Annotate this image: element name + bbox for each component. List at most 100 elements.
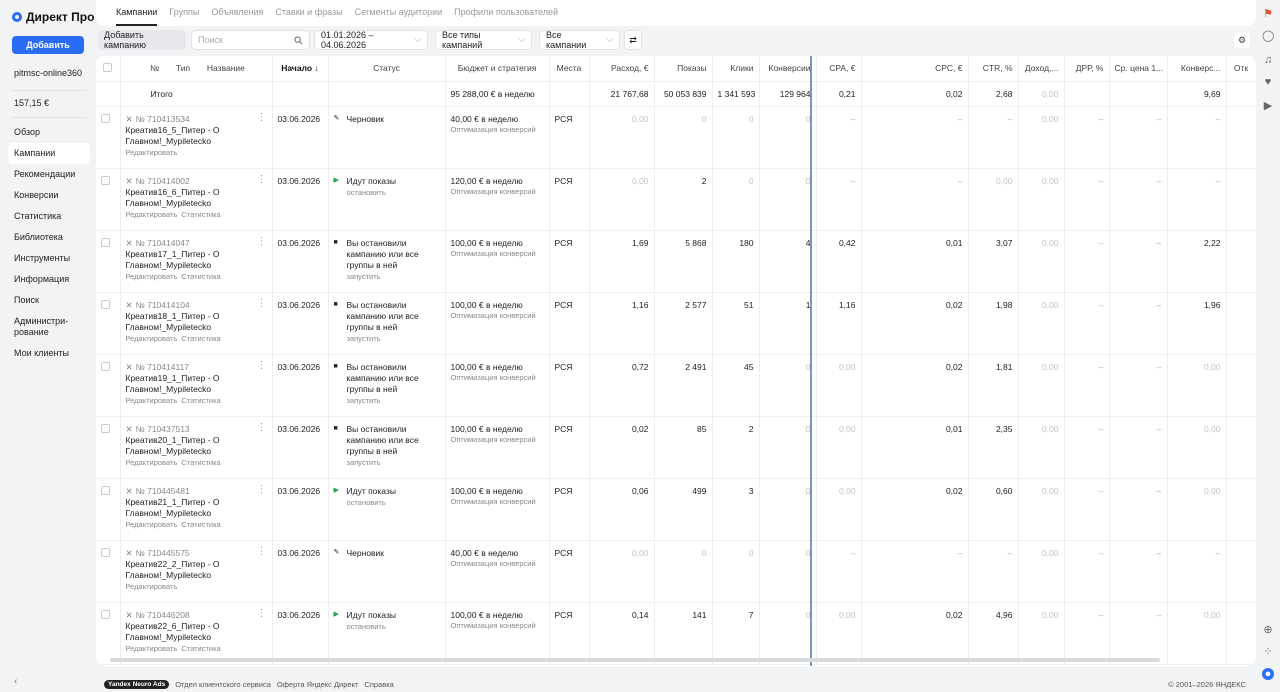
campaign-id[interactable]: ✕ № 710445481 <box>126 486 257 497</box>
campaign-name[interactable]: Креатив21_1_Питер - О Главном!_Mypiletec… <box>126 497 267 519</box>
edit-link[interactable]: Редактировать <box>126 396 178 405</box>
table-row[interactable]: ⋮ ✕ № 710414104 Креатив18_1_Питер - О Гла… <box>96 292 1256 355</box>
column-header-ctr[interactable]: CTR, % <box>968 56 1019 82</box>
column-header-name[interactable]: № Тип Название <box>120 56 273 82</box>
edit-link[interactable]: Редактировать <box>126 210 178 219</box>
table-settings-button[interactable]: ⚙ <box>1234 32 1250 48</box>
column-header-extra[interactable]: Отк <box>1226 56 1256 82</box>
campaign-name[interactable]: Креатив19_1_Питер - О Главном!_Mypiletec… <box>126 373 267 395</box>
row-checkbox[interactable] <box>96 416 121 479</box>
campaign-name[interactable]: Креатив16_5_Питер - О Главном!_Mypiletec… <box>126 125 267 147</box>
assistant-avatar-icon[interactable]: ● <box>1262 668 1274 680</box>
sidebar-item-2[interactable]: Рекомендации <box>8 164 90 185</box>
stats-link[interactable]: Статистика <box>181 210 220 219</box>
budget-cell[interactable]: 100,00 € в неделю Оптимизация конверсий <box>445 354 550 417</box>
thumbs-up-icon[interactable]: ♥ <box>1262 76 1274 88</box>
table-row[interactable]: ⋮ ✕ № 710446208 Креатив22_6_Питер - О Гла… <box>96 602 1256 665</box>
logo[interactable]: Директ Про <box>12 10 94 24</box>
edit-link[interactable]: Редактировать <box>126 334 178 343</box>
more-icon[interactable]: ⋮ <box>257 422 267 432</box>
sidebar-item-8[interactable]: Поиск <box>8 290 90 311</box>
column-header-start[interactable]: Начало ↓ <box>272 56 329 82</box>
sidebar-item-3[interactable]: Конверсии <box>8 185 90 206</box>
column-header-conv-rate[interactable]: Конверс... <box>1167 56 1227 82</box>
status-action-link[interactable]: запустить <box>347 458 440 467</box>
footer-link-client-service[interactable]: Отдел клиентского сервиса <box>175 680 271 689</box>
search-input[interactable]: Поиск <box>191 30 310 50</box>
stats-link[interactable]: Статистика <box>181 520 220 529</box>
more-icon[interactable]: ⋮ <box>257 112 267 122</box>
status-action-link[interactable]: запустить <box>347 396 440 405</box>
table-row[interactable]: ⋮ ✕ № 710445575 Креатив22_2_Питер - О Гла… <box>96 540 1256 603</box>
status-action-link[interactable]: остановить <box>347 622 440 631</box>
sidebar-item-6[interactable]: Инструменты <box>8 248 90 269</box>
stats-link[interactable]: Статистика <box>181 396 220 405</box>
campaign-name[interactable]: Креатив22_2_Питер - О Главном!_Mypiletec… <box>126 559 267 581</box>
more-icon[interactable]: ⋮ <box>257 174 267 184</box>
select-all-checkbox[interactable] <box>96 56 121 82</box>
footer-link-offer[interactable]: Оферта Яндекс Директ <box>277 680 359 689</box>
sidebar-item-5[interactable]: Библиотека <box>8 227 90 248</box>
apps-grid-icon[interactable]: ⁘ <box>1262 646 1274 658</box>
account-balance[interactable]: 157,15 € <box>14 98 49 108</box>
tab-0[interactable]: Кампании <box>116 0 158 26</box>
more-icon[interactable]: ⋮ <box>257 360 267 370</box>
footer-link-help[interactable]: Справка <box>364 680 393 689</box>
budget-cell[interactable]: 40,00 € в неделю Оптимизация конверсий <box>445 106 550 169</box>
campaign-id[interactable]: ✕ № 710414047 <box>126 238 257 249</box>
column-header-spend[interactable]: Расход, € <box>589 56 655 82</box>
sidebar-item-4[interactable]: Статистика <box>8 206 90 227</box>
column-header-places[interactable]: Места <box>549 56 590 82</box>
stats-link[interactable]: Статистика <box>181 458 220 467</box>
more-icon[interactable]: ⋮ <box>257 484 267 494</box>
globe-icon[interactable]: ⊕ <box>1262 624 1274 636</box>
campaign-id[interactable]: ✕ № 710414002 <box>126 176 257 187</box>
campaign-id[interactable]: ✕ № 710445575 <box>126 548 257 559</box>
row-checkbox[interactable] <box>96 106 121 169</box>
campaign-id[interactable]: ✕ № 710413534 <box>126 114 257 125</box>
add-button[interactable]: Добавить <box>12 36 84 54</box>
status-action-link[interactable]: остановить <box>347 188 440 197</box>
edit-link[interactable]: Редактировать <box>126 582 178 591</box>
stats-link[interactable]: Статистика <box>181 644 220 653</box>
add-campaign-button[interactable]: Добавить кампанию <box>98 30 186 50</box>
yandex-services-icon[interactable]: ⚑ <box>1262 8 1274 20</box>
budget-cell[interactable]: 100,00 € в неделю Оптимизация конверсий <box>445 292 550 355</box>
row-checkbox[interactable] <box>96 230 121 293</box>
horizontal-scrollbar[interactable] <box>110 658 1160 662</box>
column-header-impressions[interactable]: Показы <box>654 56 713 82</box>
column-header-clicks[interactable]: Клики <box>712 56 760 82</box>
stats-link[interactable]: Статистика <box>181 334 220 343</box>
tab-4[interactable]: Сегменты аудитории <box>355 0 443 26</box>
campaign-id[interactable]: ✕ № 710437513 <box>126 424 257 435</box>
table-row[interactable]: ⋮ ✕ № 710437513 Креатив20_1_Питер - О Гла… <box>96 416 1256 479</box>
budget-cell[interactable]: 40,00 € в неделю Оптимизация конверсий <box>445 540 550 603</box>
filter-swap-button[interactable]: ⇄ <box>624 30 642 50</box>
edit-link[interactable]: Редактировать <box>126 644 178 653</box>
more-icon[interactable]: ⋮ <box>257 298 267 308</box>
date-range-select[interactable]: 01.01.2026 – 04.06.2026 ⌵ <box>314 30 428 50</box>
more-icon[interactable]: ⋮ <box>257 236 267 246</box>
sidebar-item-1[interactable]: Кампании <box>8 143 90 164</box>
column-header-cpc[interactable]: CPC, € <box>861 56 969 82</box>
column-header-budget[interactable]: Бюджет и стратегия <box>445 56 550 82</box>
tab-5[interactable]: Профили пользователей <box>454 0 558 26</box>
column-header-drr[interactable]: ДРР, % <box>1064 56 1110 82</box>
row-checkbox[interactable] <box>96 168 121 231</box>
bell-icon[interactable]: ♫ <box>1262 54 1274 66</box>
budget-cell[interactable]: 100,00 € в неделю Оптимизация конверсий <box>445 602 550 665</box>
table-row[interactable]: ⋮ ✕ № 710413534 Креатив16_5_Питер - О Гла… <box>96 106 1256 169</box>
edit-link[interactable]: Редактировать <box>126 272 178 281</box>
tab-2[interactable]: Объявления <box>211 0 263 26</box>
edit-link[interactable]: Редактировать <box>126 458 178 467</box>
status-action-link[interactable]: запустить <box>347 272 440 281</box>
sidebar-item-7[interactable]: Информация <box>8 269 90 290</box>
collapse-sidebar-icon[interactable]: ‹ <box>14 676 17 687</box>
budget-cell[interactable]: 100,00 € в неделю Оптимизация конверсий <box>445 230 550 293</box>
account-login[interactable]: pitmsc-online360 <box>14 68 82 78</box>
campaign-types-select[interactable]: Все типы кампаний ⌵ <box>435 30 532 50</box>
row-checkbox[interactable] <box>96 602 121 665</box>
row-checkbox[interactable] <box>96 292 121 355</box>
sidebar-item-0[interactable]: Обзор <box>8 122 90 143</box>
status-action-link[interactable]: остановить <box>347 498 440 507</box>
